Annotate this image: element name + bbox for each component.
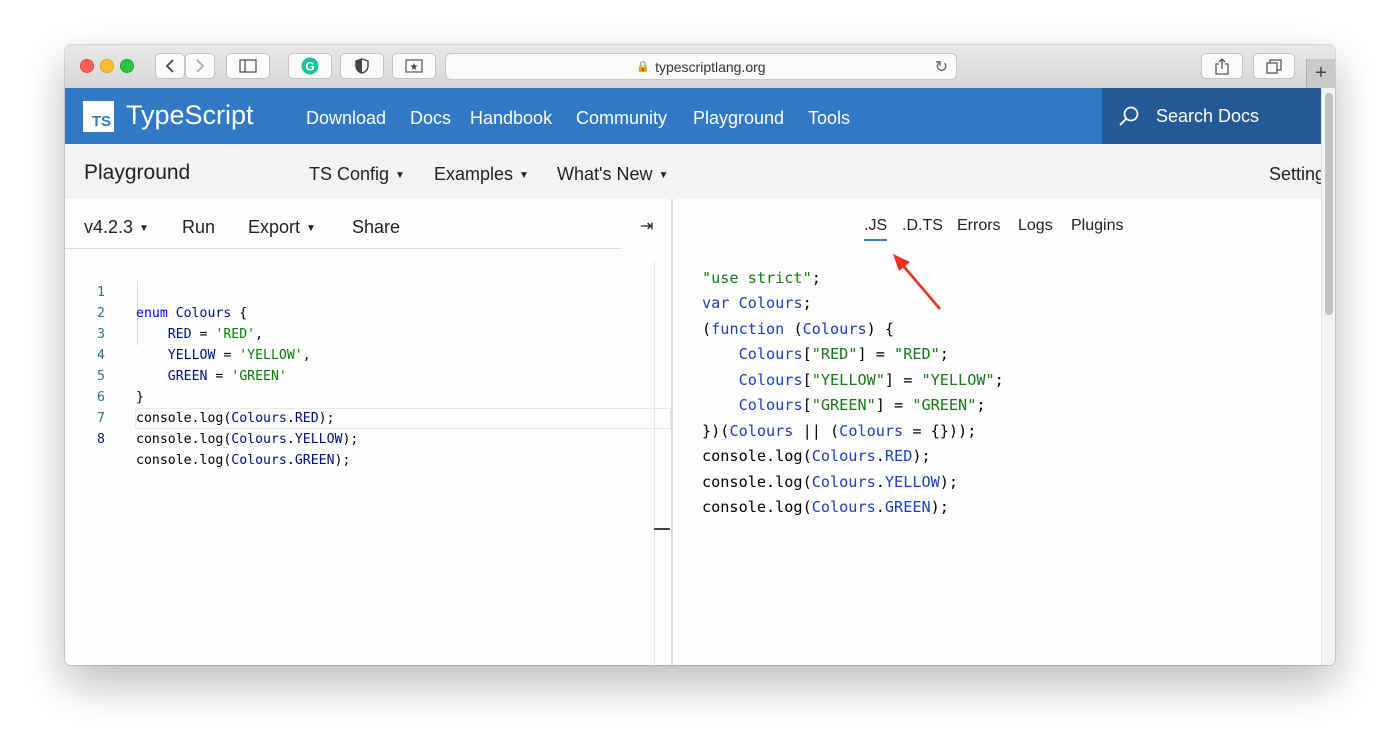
output-line: Colours["RED"] = "RED"; xyxy=(738,345,949,363)
editor-pane: v4.2.3 ▼ Run Export ▼ Share ⇥ 1 enum Colou… xyxy=(65,199,671,665)
version-label: v4.2.3 xyxy=(84,217,134,237)
output-line: console.log(Colours.RED); xyxy=(702,447,931,465)
share-button[interactable]: Share xyxy=(352,217,400,238)
address-url: typescriptlang.org xyxy=(655,58,766,75)
nav-link-community[interactable]: Community xyxy=(576,108,667,129)
site-navbar: TS TypeScript Download Docs Handbook Com… xyxy=(65,88,1321,144)
editor-line: 1 enum Colours { xyxy=(65,261,669,321)
star-icon: ★ xyxy=(405,59,423,73)
tab-plugins[interactable]: Plugins xyxy=(1071,217,1123,235)
sidebar-icon xyxy=(239,59,257,73)
shield-icon xyxy=(355,58,369,74)
nav-link-tools[interactable]: Tools xyxy=(808,108,850,129)
site-name[interactable]: TypeScript xyxy=(126,100,254,131)
reload-icon[interactable]: ↻ xyxy=(935,57,948,77)
share-icon xyxy=(1215,57,1229,75)
privacy-extension-button[interactable] xyxy=(340,53,384,79)
tab-js[interactable]: .JS xyxy=(864,217,888,241)
lock-icon: 🔒 xyxy=(636,61,651,73)
version-select[interactable]: v4.2.3 ▼ xyxy=(84,217,149,238)
typescript-logo[interactable]: TS xyxy=(83,101,114,132)
tab-errors[interactable]: Errors xyxy=(957,217,1001,235)
tabs-icon xyxy=(1266,58,1282,74)
caret-down-icon: ▼ xyxy=(519,170,529,181)
close-window-button[interactable] xyxy=(80,59,94,73)
editor-line: 7 console.log(Colours.YELLOW); xyxy=(65,387,669,447)
zoom-window-button[interactable] xyxy=(120,59,134,73)
playground-header: Playground TS Config ▼ Examples ▼ What's N… xyxy=(65,144,1334,199)
chevron-right-icon xyxy=(196,59,205,73)
ts-config-menu[interactable]: TS Config ▼ xyxy=(309,164,405,185)
svg-text:G: G xyxy=(305,60,314,74)
nav-link-docs[interactable]: Docs xyxy=(410,108,451,129)
editor-line: 4 GREEN = 'GREEN' xyxy=(65,324,669,384)
output-line: })(Colours || (Colours = {})); xyxy=(702,422,977,440)
tabs-overview-button[interactable] xyxy=(1253,53,1295,79)
caret-down-icon: ▼ xyxy=(658,170,669,181)
grammarly-icon: G xyxy=(301,57,319,75)
caret-down-icon: ▼ xyxy=(306,223,316,234)
overview-ruler-mark xyxy=(654,528,670,530)
share-button[interactable] xyxy=(1201,53,1243,79)
editor-toolbar: v4.2.3 ▼ Run Export ▼ Share xyxy=(65,199,621,249)
grammarly-extension-button[interactable]: G xyxy=(288,53,332,79)
address-bar[interactable]: 🔒 typescriptlang.org ↻ xyxy=(445,53,957,80)
export-label: Export xyxy=(248,217,301,237)
new-tab-button[interactable]: + xyxy=(1306,59,1335,88)
caret-down-icon: ▼ xyxy=(395,170,405,181)
output-line: var Colours; xyxy=(702,294,812,312)
tab-dts[interactable]: .D.TS xyxy=(902,217,943,235)
forward-button[interactable] xyxy=(185,53,215,79)
output-line: Colours["YELLOW"] = "YELLOW"; xyxy=(738,371,1004,389)
editor-line: 5 } xyxy=(65,345,669,405)
line-number: 8 xyxy=(97,432,105,447)
sidebar-toggle-button[interactable] xyxy=(226,53,270,79)
page-title: Playground xyxy=(84,161,191,184)
examples-label: Examples xyxy=(434,164,514,184)
page-scrollbar[interactable] xyxy=(1321,88,1335,665)
caret-down-icon: ▼ xyxy=(139,223,149,234)
editor-scrollbar[interactable] xyxy=(654,261,655,665)
chevron-left-icon xyxy=(165,59,174,73)
browser-toolbar: G ★ 🔒 typescriptlang.org ↻ + xyxy=(65,45,1335,89)
nav-link-playground[interactable]: Playground xyxy=(693,108,784,129)
whats-new-label: What's New xyxy=(557,164,653,184)
code-text: console.log(Colours.YELLOW); xyxy=(136,432,359,447)
nav-link-download[interactable]: Download xyxy=(306,108,386,129)
search-icon xyxy=(1119,106,1139,126)
export-menu[interactable]: Export ▼ xyxy=(248,217,316,238)
editor-line: 2 RED = 'RED', xyxy=(65,282,669,342)
output-line: Colours["GREEN"] = "GREEN"; xyxy=(738,396,986,414)
run-button[interactable]: Run xyxy=(182,217,215,238)
output-line: console.log(Colours.GREEN); xyxy=(702,498,949,516)
search-docs-label: Search Docs xyxy=(1156,105,1260,126)
editor-line: 6 console.log(Colours.RED); xyxy=(65,366,669,426)
output-line: console.log(Colours.YELLOW); xyxy=(702,473,959,491)
bookmark-extension-button[interactable]: ★ xyxy=(392,53,436,79)
scrollbar-thumb[interactable] xyxy=(1325,93,1333,315)
annotation-arrow-icon xyxy=(893,254,941,310)
editor-line: 8 console.log(Colours.GREEN); xyxy=(65,408,669,468)
browser-window: G ★ 🔒 typescriptlang.org ↻ + TS TypeScri… xyxy=(65,45,1335,665)
output-line: (function (Colours) { xyxy=(702,320,895,338)
nav-link-handbook[interactable]: Handbook xyxy=(470,108,552,129)
minimize-window-button[interactable] xyxy=(100,59,114,73)
search-docs-button[interactable]: Search Docs xyxy=(1102,88,1321,144)
whats-new-menu[interactable]: What's New ▼ xyxy=(557,164,668,185)
code-text: console.log(Colours.GREEN); xyxy=(136,453,351,468)
tab-logs[interactable]: Logs xyxy=(1018,217,1053,235)
collapse-sidebar-icon[interactable]: ⇥ xyxy=(640,216,653,236)
output-line: "use strict"; xyxy=(702,269,821,287)
code-editor[interactable]: 1 enum Colours { 2 RED = 'RED', 3 YELLOW… xyxy=(65,261,671,665)
plus-icon: + xyxy=(1315,62,1327,84)
editor-line: 3 YELLOW = 'YELLOW', xyxy=(65,303,669,363)
ts-config-label: TS Config xyxy=(309,164,390,184)
back-button[interactable] xyxy=(155,53,185,79)
svg-text:★: ★ xyxy=(410,62,419,73)
examples-menu[interactable]: Examples ▼ xyxy=(434,164,529,185)
